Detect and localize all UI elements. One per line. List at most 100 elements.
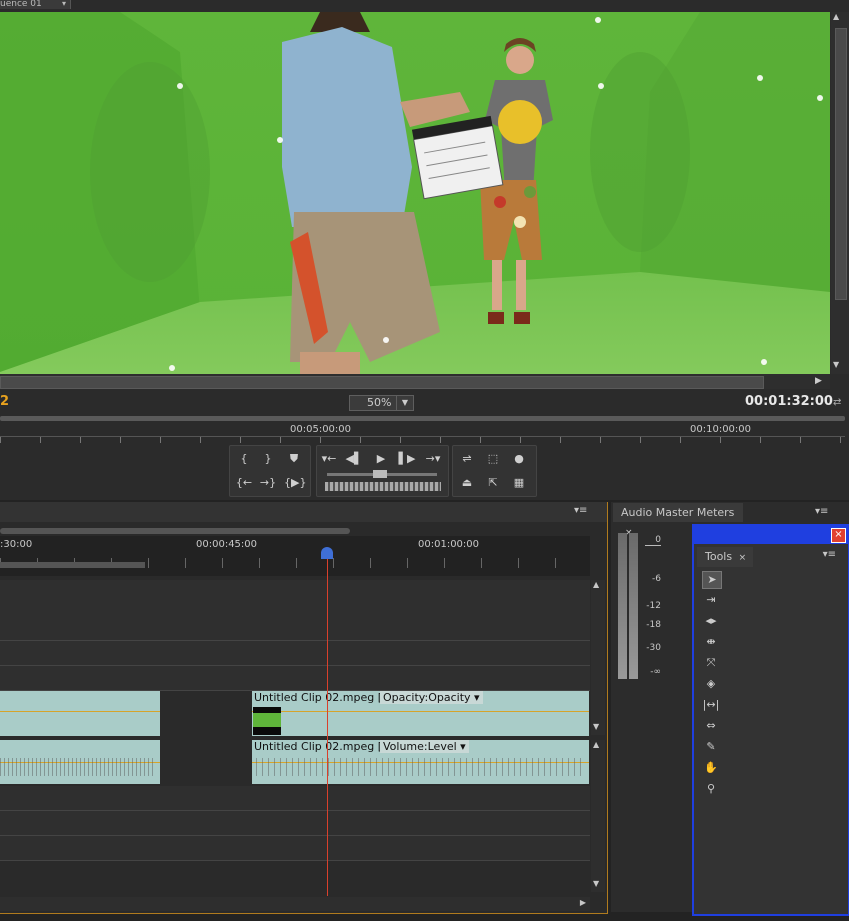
track-select-tool-icon[interactable]: ⇥ [702, 592, 720, 608]
video-clip[interactable]: Untitled Clip 02.mpeg [V] Opacity:Opacit… [252, 691, 589, 736]
video-image [0, 12, 830, 374]
right-channel-meter [629, 533, 638, 679]
timeline-horizontal-scrollbar[interactable]: ▶ [0, 897, 590, 911]
audio-clip-left[interactable] [0, 740, 160, 784]
left-channel-meter [618, 533, 627, 679]
tools-tab-label: Tools [705, 550, 733, 563]
scroll-up-icon[interactable]: ▲ [593, 580, 599, 589]
video-effect-dropdown[interactable]: Opacity:Opacity ▾ [380, 691, 483, 704]
current-timecode[interactable]: 2 [0, 394, 9, 409]
rolling-edit-tool-icon[interactable]: ⇼ [702, 634, 720, 650]
scroll-down-icon[interactable]: ▼ [593, 722, 599, 731]
timeline-header: ▾≡ [0, 502, 607, 522]
panel-menu-icon[interactable]: ▾≡ [823, 549, 836, 560]
shuttle-handle[interactable] [373, 470, 387, 478]
scroll-up-icon[interactable]: ▲ [833, 12, 839, 21]
tools-tab[interactable]: Tools × [697, 547, 753, 567]
scroll-up-icon[interactable]: ▲ [593, 740, 599, 749]
slide-tool-icon[interactable]: ⇔ [702, 718, 720, 734]
ripple-edit-tool-icon[interactable]: ◂▸ [702, 613, 720, 629]
audio-meters-tab-label: Audio Master Meters [621, 506, 735, 519]
tools-titlebar[interactable]: × [694, 526, 848, 544]
go-to-in-icon[interactable]: {← [234, 475, 254, 491]
meter-label: -18 [646, 620, 661, 630]
audio-effect-label: Volume:Level [383, 740, 457, 753]
audio-meters-tab[interactable]: Audio Master Meters × [613, 503, 743, 538]
close-icon[interactable]: × [739, 553, 747, 563]
play-icon[interactable]: ▶ [371, 451, 391, 467]
sequence-tab-label: uence 01 [0, 0, 42, 9]
audio-tracks-scrollbar[interactable]: ▲ ▼ [591, 740, 605, 892]
lift-icon[interactable]: ⏏ [457, 475, 477, 491]
go-to-out-icon[interactable]: →} [258, 475, 278, 491]
step-forward-icon[interactable]: ▌▶ [397, 451, 417, 467]
go-to-next-edit-icon[interactable]: →▾ [423, 451, 443, 467]
work-area-bar[interactable] [0, 528, 350, 534]
audio-effect-dropdown[interactable]: Volume:Level ▾ [380, 740, 469, 753]
loop-icon[interactable]: ⇌ [457, 451, 477, 467]
meter-label: 0 [645, 535, 661, 546]
monitor-time-ruler[interactable]: 00:05:00:00 00:10:00:00 [0, 416, 845, 443]
video-effect-label: Opacity:Opacity [383, 691, 471, 704]
edit-controls: ⇌ ⬚ ● ⏏ ⇱ ▦ [452, 445, 537, 497]
playhead-handle[interactable] [321, 547, 333, 559]
meter-label: -∞ [650, 667, 661, 677]
duration-timecode: 00:01:32:00 [745, 394, 833, 409]
horizontal-scroll-thumb[interactable] [0, 376, 764, 389]
settings-icon[interactable]: ⇄ [833, 397, 841, 408]
clip-thumbnail [253, 707, 281, 735]
video-track-spacer [0, 666, 590, 691]
playhead-line [327, 549, 328, 896]
mark-in-icon[interactable]: { [234, 451, 254, 467]
jog-disk[interactable] [325, 482, 441, 491]
slip-tool-icon[interactable]: |↔| [702, 697, 720, 713]
video-track-3[interactable] [0, 580, 590, 641]
audio-clip[interactable]: Untitled Clip 02.mpeg [A] Volume:Level ▾ [252, 740, 589, 784]
panel-menu-icon[interactable]: ▾≡ [574, 505, 587, 516]
zoom-tool-icon[interactable]: ⚲ [702, 781, 720, 797]
marker-controls: { } ⛊ {← →} {▶} [229, 445, 311, 497]
marker-icon[interactable]: ⛊ [284, 451, 304, 467]
video-tracks-scrollbar[interactable]: ▲ ▼ [591, 580, 605, 735]
master-track[interactable] [0, 836, 590, 861]
audio-track-2[interactable] [0, 786, 590, 811]
sequence-tab[interactable]: uence 01 ▾ [0, 0, 71, 9]
ruler-label: :30:00 [0, 539, 33, 550]
chevron-down-icon: ▼ [396, 396, 413, 410]
work-area-range[interactable] [0, 562, 145, 568]
audio-clip-name: Untitled Clip 02.mpeg [A] [254, 740, 394, 753]
selection-tool-icon[interactable]: ➤ [702, 571, 722, 589]
video-track-2[interactable] [0, 641, 590, 666]
play-in-to-out-icon[interactable]: {▶} [284, 475, 306, 491]
scroll-down-icon[interactable]: ▼ [833, 360, 839, 369]
video-clip-left[interactable] [0, 691, 160, 736]
audio-waveform [0, 758, 155, 776]
rate-stretch-tool-icon[interactable]: ⤧ [702, 655, 720, 671]
close-icon[interactable]: × [831, 528, 846, 543]
meter-label: -30 [646, 643, 661, 653]
timeline-ruler[interactable]: :30:00 00:00:45:00 00:01:00:00 [0, 536, 590, 576]
meter-label: -6 [652, 574, 661, 584]
export-frame-icon[interactable]: ▦ [509, 475, 529, 491]
razor-tool-icon[interactable]: ◈ [702, 676, 720, 692]
monitor-vertical-scrollbar[interactable]: ▲ ▼ [831, 12, 849, 374]
scroll-right-icon[interactable]: ▶ [815, 376, 822, 386]
panel-menu-icon[interactable]: ▾≡ [815, 506, 828, 517]
output-icon[interactable]: ● [509, 451, 529, 467]
step-back-icon[interactable]: ◀▌ [344, 451, 364, 467]
audio-track-3[interactable] [0, 811, 590, 836]
scroll-down-icon[interactable]: ▼ [593, 879, 599, 888]
go-to-previous-edit-icon[interactable]: ▾← [319, 451, 339, 467]
pen-tool-icon[interactable]: ✎ [702, 739, 720, 755]
meter-label: -12 [646, 601, 661, 611]
mark-out-icon[interactable]: } [258, 451, 278, 467]
tab-menu-icon[interactable]: ▾ [62, 0, 66, 8]
hand-tool-icon[interactable]: ✋ [702, 760, 720, 776]
safe-margins-icon[interactable]: ⬚ [483, 451, 503, 467]
video-frame [0, 12, 830, 374]
scroll-thumb[interactable] [835, 28, 847, 300]
zoom-dropdown[interactable]: 50% ▼ [349, 395, 414, 411]
audio-waveform [256, 758, 586, 776]
scroll-right-icon[interactable]: ▶ [580, 898, 586, 907]
extract-icon[interactable]: ⇱ [483, 475, 503, 491]
